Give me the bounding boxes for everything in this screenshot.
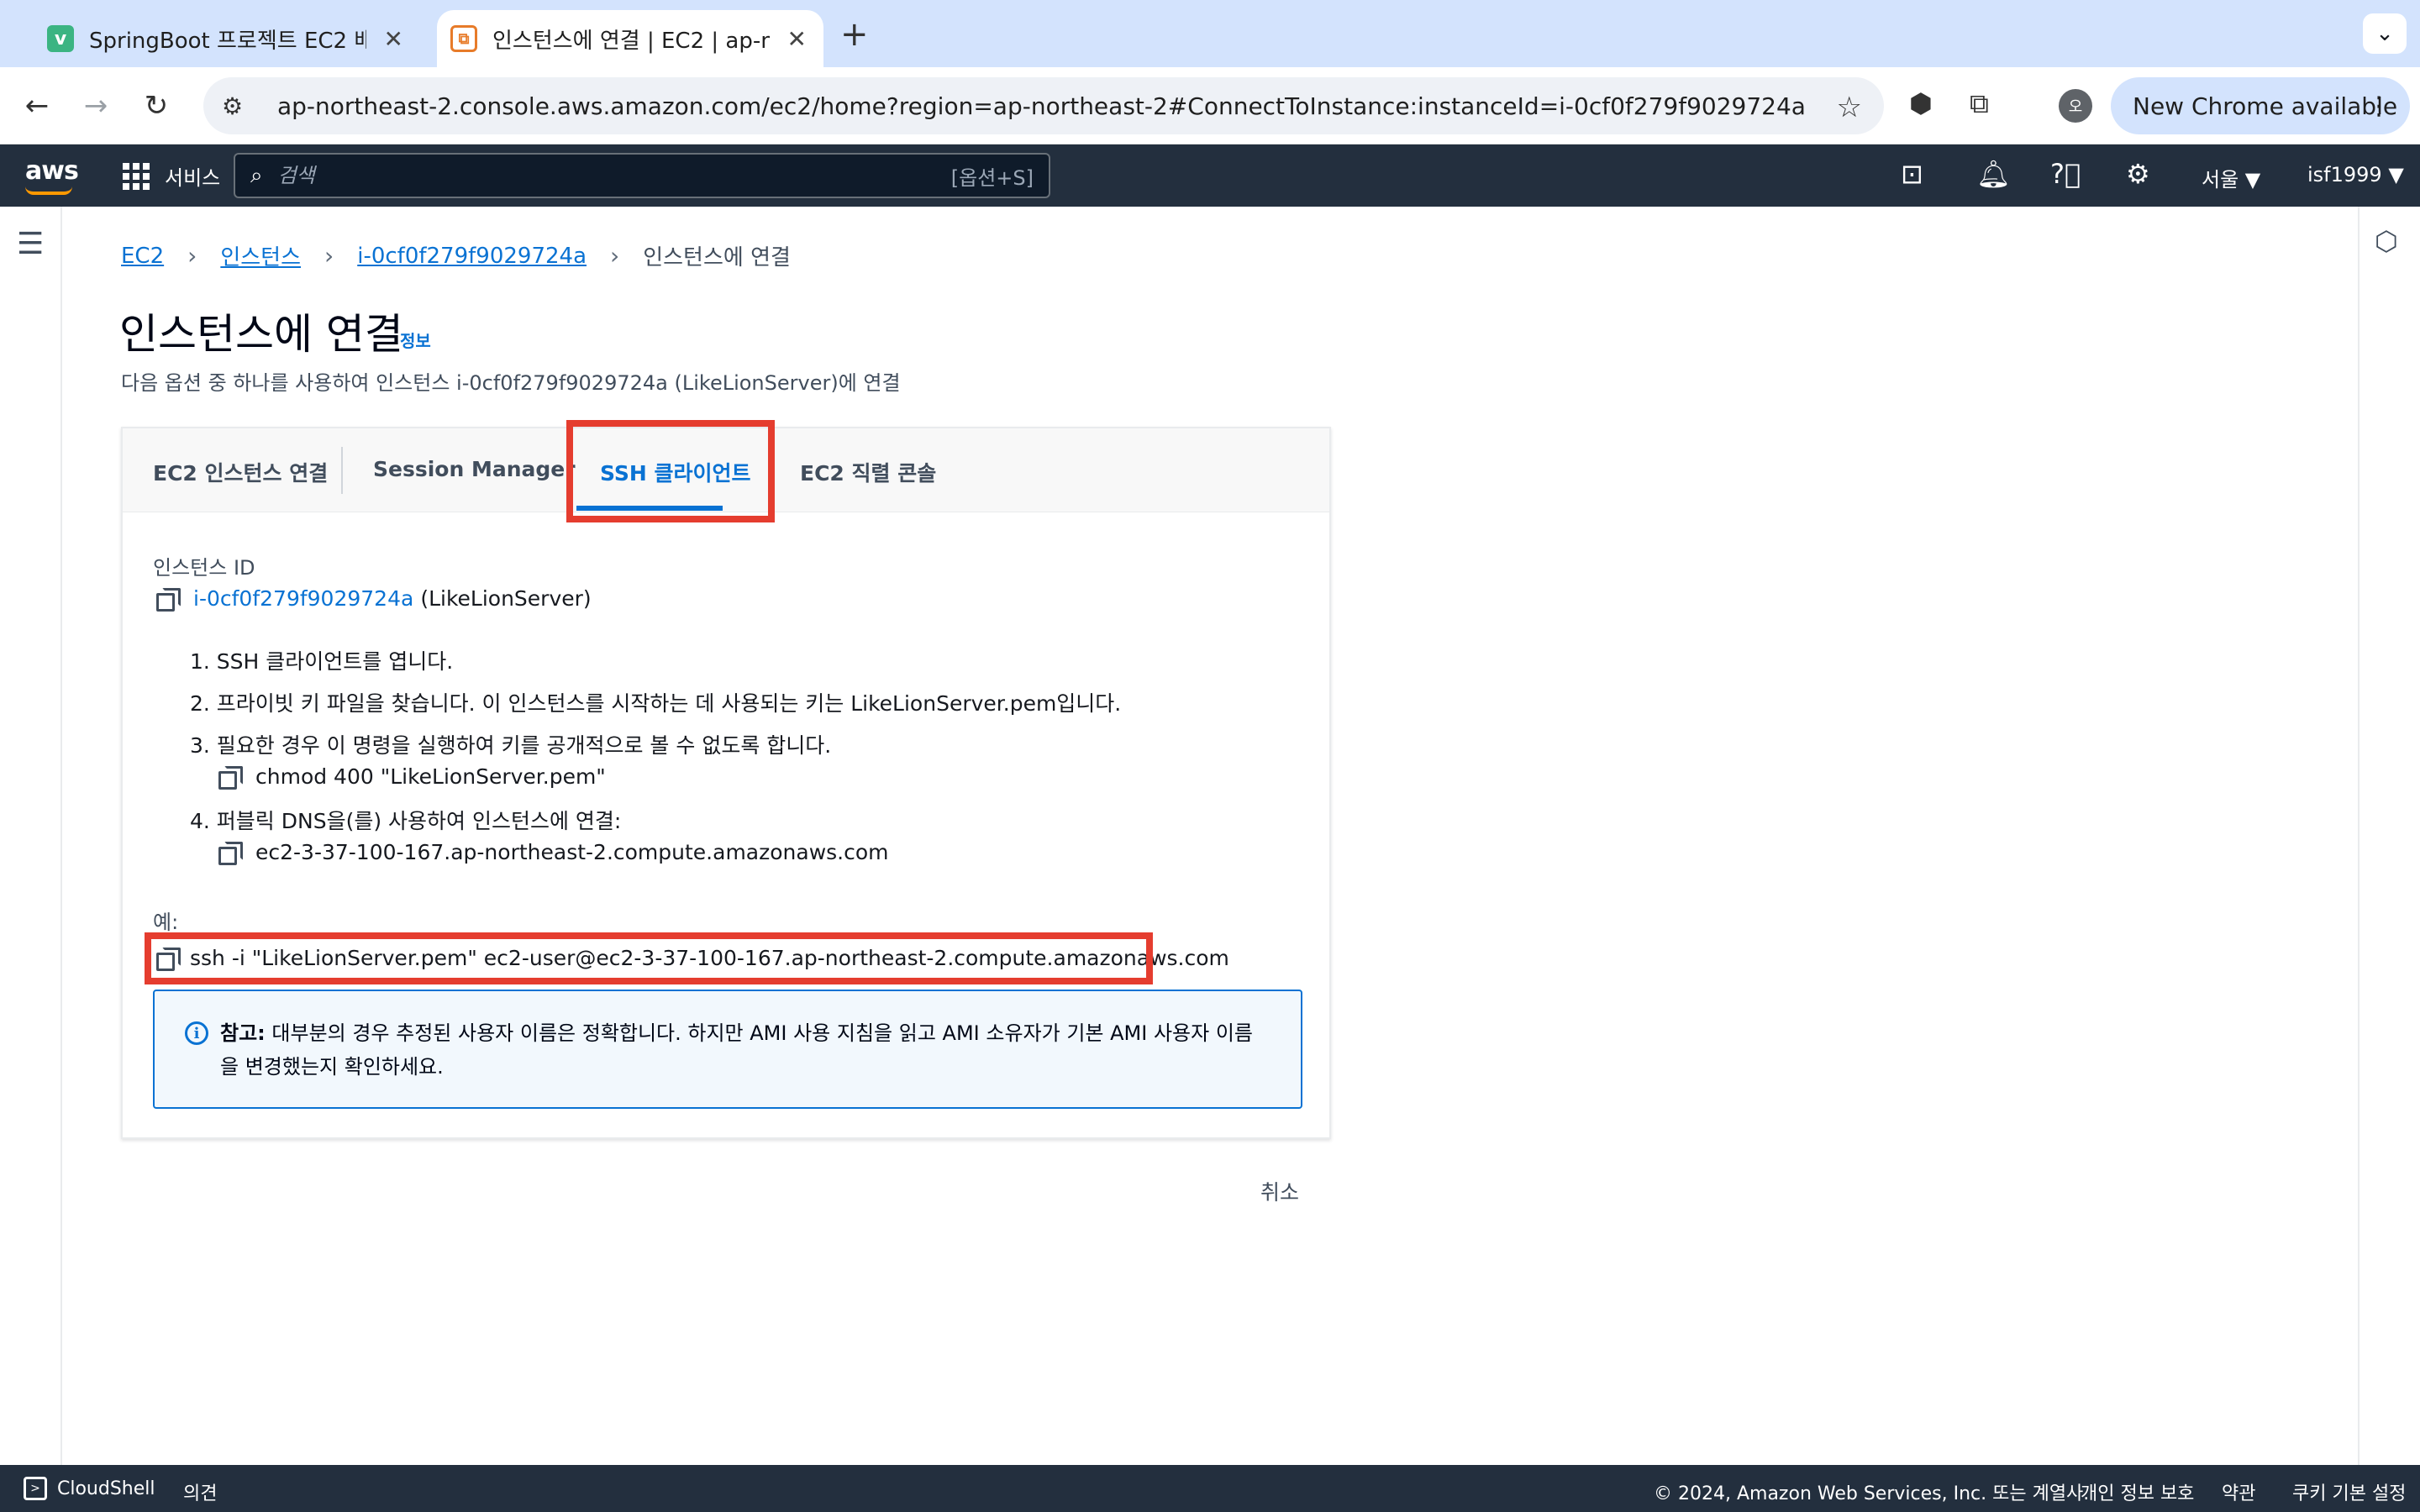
step-1: 1. SSH 클라이언트를 엽니다. bbox=[190, 649, 454, 674]
instance-id-row: i-0cf0f279f9029724a (LikeLionServer) bbox=[156, 586, 592, 612]
tab-session-manager[interactable]: Session Manager bbox=[373, 457, 576, 481]
copy-icon[interactable] bbox=[218, 765, 243, 790]
terms-link[interactable]: 약관 bbox=[2222, 1478, 2255, 1505]
step-3: 3. 필요한 경우 이 명령을 실행하여 키를 공개적으로 볼 수 없도록 합니… bbox=[190, 733, 832, 758]
cloudshell-label: CloudShell bbox=[57, 1478, 155, 1499]
alert-body: 대부분의 경우 추정된 사용자 이름은 정확합니다. 하지만 AMI 사용 지침… bbox=[220, 1021, 1253, 1079]
info-alert: i 참고: 대부분의 경우 추정된 사용자 이름은 정확합니다. 하지만 AMI… bbox=[153, 990, 1302, 1109]
chevron-right-icon: › bbox=[187, 242, 197, 270]
left-nav-rail: ☰ bbox=[0, 207, 62, 1465]
velog-favicon-icon: v bbox=[47, 25, 74, 52]
search-icon: ⌕ bbox=[250, 162, 263, 188]
info-circle-icon: i bbox=[185, 1021, 208, 1045]
public-dns-value: ec2-3-37-100-167.ap-northeast-2.compute.… bbox=[255, 840, 889, 864]
cookie-preferences-link[interactable]: 쿠키 기본 설정 bbox=[2292, 1478, 2406, 1505]
forward-icon[interactable]: → bbox=[74, 84, 118, 128]
more-menu-icon[interactable]: ⋮ bbox=[2366, 92, 2391, 121]
new-chrome-available-button[interactable]: New Chrome available ⋮ bbox=[2111, 77, 2410, 134]
site-info-icon[interactable]: ⚙ bbox=[222, 92, 252, 120]
step-4: 4. 퍼블릭 DNS을(를) 사용하여 인스턴스에 연결: bbox=[190, 809, 622, 833]
aws-footer: > CloudShell 의견 © 2024, Amazon Web Servi… bbox=[0, 1465, 2420, 1512]
copy-icon[interactable] bbox=[156, 587, 181, 612]
breadcrumb-ec2[interactable]: EC2 bbox=[121, 244, 164, 269]
extension-icon[interactable]: ⬢ bbox=[1909, 87, 1933, 119]
browser-toolbar: ← → ↻ ⚙ ap-northeast-2.console.aws.amazo… bbox=[0, 67, 2420, 144]
chevron-right-icon: › bbox=[324, 242, 334, 270]
tools-panel-icon[interactable]: ⬡ bbox=[2375, 225, 2398, 257]
browser-tab-strip: v SpringBoot 프로젝트 EC2 배포하기 ✕ ⧉ 인스턴스에 연결 … bbox=[0, 0, 2420, 67]
instance-id-label: 인스턴스 ID bbox=[153, 556, 255, 580]
tab-ec2-serial-console[interactable]: EC2 직렬 콘솔 bbox=[800, 457, 936, 487]
new-chrome-label: New Chrome available bbox=[2133, 92, 2398, 120]
cloudshell-icon: > bbox=[24, 1477, 47, 1500]
browser-tab-title: SpringBoot 프로젝트 EC2 배포하기 bbox=[89, 28, 366, 54]
instance-id-link[interactable]: i-0cf0f279f9029724a bbox=[193, 586, 413, 611]
browser-tab-aws[interactable]: ⧉ 인스턴스에 연결 | EC2 | ap-northeast-2 ✕ bbox=[437, 10, 823, 67]
highlight-box-ssh-command bbox=[145, 932, 1153, 984]
services-menu-button[interactable]: 서비스 bbox=[123, 161, 220, 191]
copyright-text: © 2024, Amazon Web Services, Inc. 또는 계열사… bbox=[1654, 1483, 2090, 1504]
browser-tab-springboot[interactable]: v SpringBoot 프로젝트 EC2 배포하기 ✕ bbox=[34, 10, 420, 67]
breadcrumb-current: 인스턴스에 연결 bbox=[643, 245, 791, 270]
help-icon[interactable]: ?⃝ bbox=[2050, 158, 2081, 190]
aws-logo[interactable]: aws bbox=[25, 156, 79, 195]
breadcrumb-instance-id[interactable]: i-0cf0f279f9029724a bbox=[357, 244, 587, 269]
settings-gear-icon[interactable]: ⚙ bbox=[2126, 158, 2150, 190]
aws-top-nav: aws 서비스 ⌕ [옵션+S] ⊡ 🔔︎ ?⃝ ⚙ 서울 ▼ isf1999 … bbox=[0, 144, 2420, 207]
browser-tab-title: 인스턴스에 연결 | EC2 | ap-northeast-2 bbox=[492, 28, 770, 54]
instance-name: (LikeLionServer) bbox=[420, 586, 592, 611]
tab-ec2-instance-connect[interactable]: EC2 인스턴스 연결 bbox=[153, 457, 328, 487]
aws-search-box[interactable]: ⌕ [옵션+S] bbox=[234, 153, 1050, 198]
back-icon[interactable]: ← bbox=[15, 84, 59, 128]
close-tab-icon[interactable]: ✕ bbox=[384, 25, 403, 53]
breadcrumb: EC2 › 인스턴스 › i-0cf0f279f9029724a › 인스턴스에… bbox=[121, 240, 791, 271]
aws-logo-text: aws bbox=[25, 156, 79, 186]
tab-divider bbox=[341, 447, 343, 494]
profile-avatar[interactable]: 오 bbox=[2059, 89, 2092, 123]
feedback-link[interactable]: 의견 bbox=[183, 1478, 217, 1505]
alert-title: 참고: bbox=[220, 1021, 266, 1045]
bookmark-star-icon[interactable]: ☆ bbox=[1837, 91, 1862, 124]
aws-smile-icon bbox=[25, 186, 72, 195]
alert-text: 참고: 대부분의 경우 추정된 사용자 이름은 정확합니다. 하지만 AMI 사… bbox=[220, 1016, 1270, 1084]
tab-search-chevron-icon[interactable]: ⌄ bbox=[2363, 13, 2407, 54]
address-bar[interactable]: ⚙ ap-northeast-2.console.aws.amazon.com/… bbox=[203, 77, 1884, 134]
highlight-box-ssh-tab bbox=[566, 420, 775, 522]
chmod-command-row: chmod 400 "LikeLionServer.pem" bbox=[218, 764, 606, 790]
notifications-bell-icon[interactable]: 🔔︎ bbox=[1976, 158, 2011, 190]
region-selector[interactable]: 서울 ▼ bbox=[2202, 163, 2260, 192]
account-menu[interactable]: isf1999 ▼ bbox=[2307, 163, 2404, 186]
search-shortcut-hint: [옵션+S] bbox=[950, 165, 1034, 190]
new-tab-icon[interactable]: + bbox=[840, 15, 869, 54]
aws-favicon-icon: ⧉ bbox=[450, 25, 477, 52]
info-link[interactable]: 정보 bbox=[400, 328, 431, 352]
hamburger-menu-icon[interactable]: ☰ bbox=[17, 227, 44, 261]
cloudshell-button[interactable]: > CloudShell bbox=[24, 1477, 155, 1500]
connect-options-container: EC2 인스턴스 연결 Session Manager SSH 클라이언트 EC… bbox=[121, 427, 1331, 1139]
cloudshell-icon[interactable]: ⊡ bbox=[1901, 158, 1923, 190]
grid-icon bbox=[123, 162, 150, 190]
url-text: ap-northeast-2.console.aws.amazon.com/ec… bbox=[277, 92, 1806, 120]
breadcrumb-instances[interactable]: 인스턴스 bbox=[220, 240, 301, 271]
right-tools-rail: ⬡ bbox=[2358, 207, 2420, 1465]
chmod-command: chmod 400 "LikeLionServer.pem" bbox=[255, 764, 606, 789]
cancel-button[interactable]: 취소 bbox=[1260, 1176, 1299, 1206]
public-dns-row: ec2-3-37-100-167.ap-northeast-2.compute.… bbox=[218, 840, 889, 865]
chevron-right-icon: › bbox=[610, 242, 620, 270]
reload-icon[interactable]: ↻ bbox=[134, 84, 178, 128]
close-tab-icon[interactable]: ✕ bbox=[787, 25, 807, 53]
search-input[interactable] bbox=[277, 164, 866, 187]
extensions-puzzle-icon[interactable]: ⧉ bbox=[1970, 87, 1989, 120]
example-label: 예: bbox=[153, 911, 179, 934]
page-subtitle: 다음 옵션 중 하나를 사용하여 인스턴스 i-0cf0f279f9029724… bbox=[121, 371, 901, 395]
services-label: 서비스 bbox=[165, 166, 221, 190]
step-2: 2. 프라이빗 키 파일을 찾습니다. 이 인스턴스를 시작하는 데 사용되는 … bbox=[190, 691, 1122, 716]
page-title: 인스턴스에 연결 bbox=[119, 310, 403, 359]
privacy-link[interactable]: 개인 정보 보호 bbox=[2081, 1478, 2194, 1505]
copy-icon[interactable] bbox=[218, 841, 243, 865]
